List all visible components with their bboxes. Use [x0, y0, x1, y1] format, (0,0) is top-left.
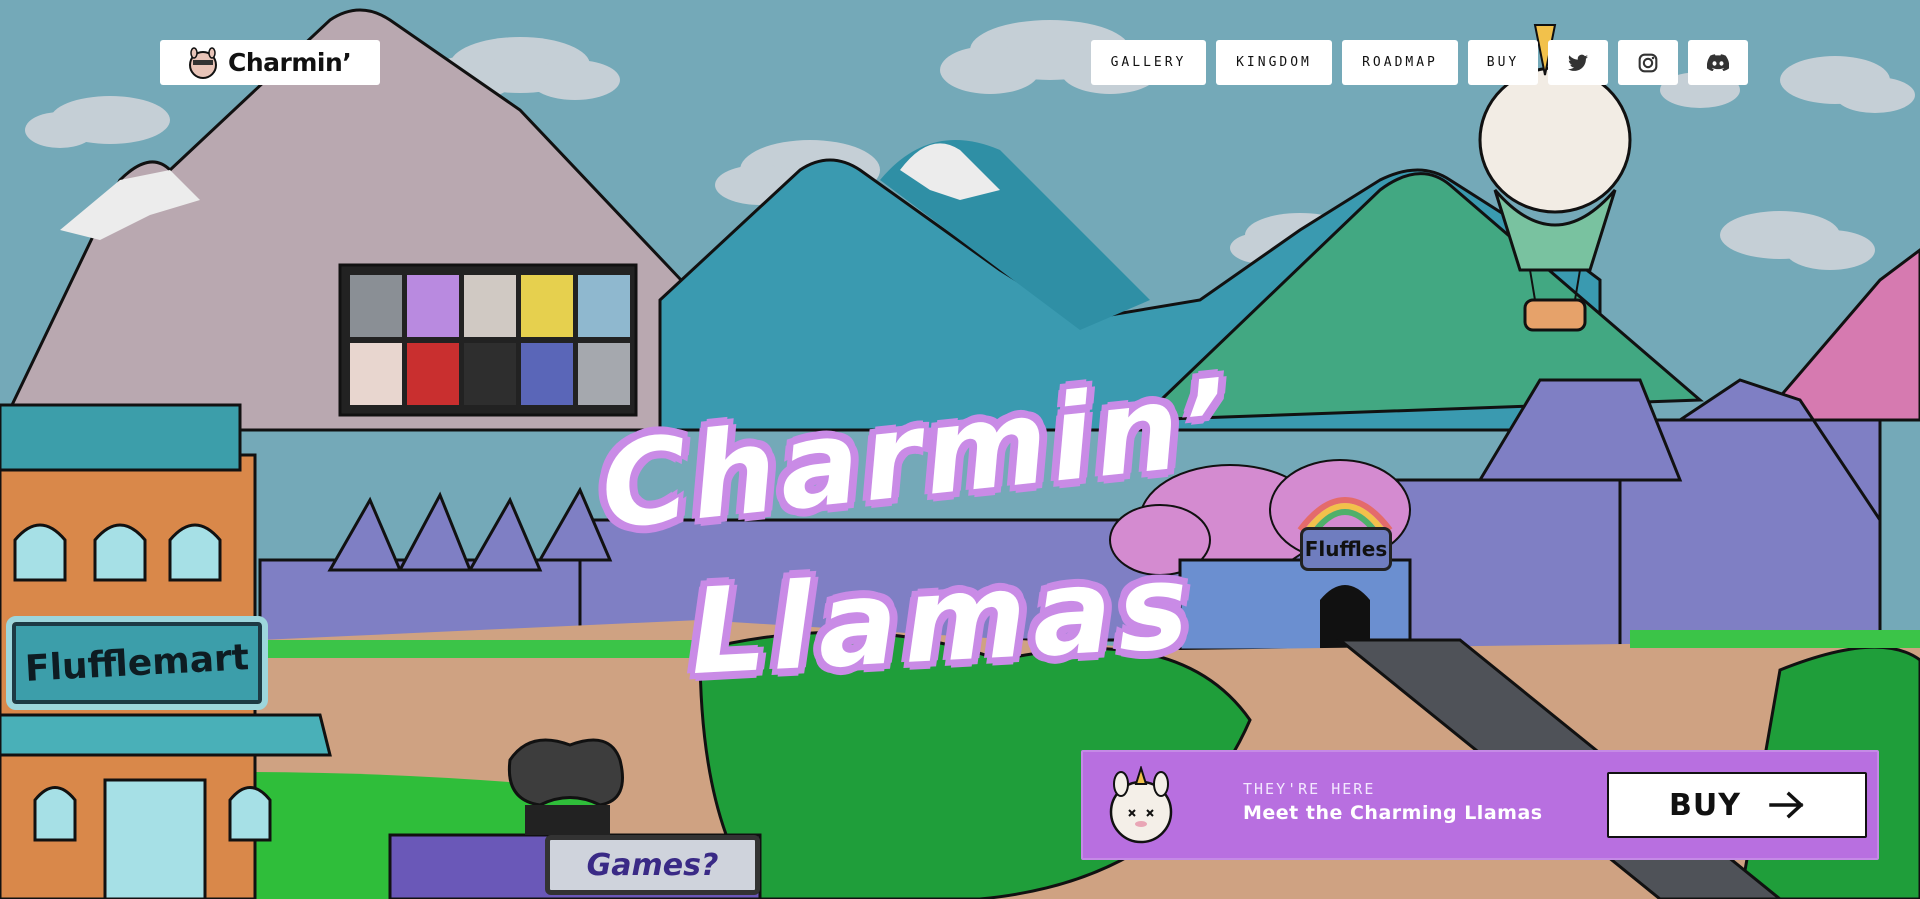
cta-buy-label: BUY — [1669, 787, 1741, 823]
nav-gallery[interactable]: GALLERY — [1091, 40, 1206, 85]
llama-avatar-icon — [189, 46, 217, 79]
games-sign-label: Games? — [586, 847, 719, 883]
brand-logo[interactable]: Charmin’ — [160, 40, 380, 85]
instagram-link[interactable] — [1618, 40, 1678, 85]
cta-banner: THEY'RE HERE Meet the Charming Llamas BU… — [1081, 750, 1879, 860]
nav-kingdom[interactable]: KINGDOM — [1216, 40, 1332, 85]
hero-title: Charmin’ Llamas — [580, 351, 1300, 703]
brand-name: Charmin’ — [228, 48, 352, 77]
twitter-icon — [1568, 54, 1588, 71]
instagram-icon — [1638, 53, 1658, 72]
cta-buy-button[interactable]: BUY — [1607, 772, 1867, 838]
flufflemart-sign-label: Flufflemart — [24, 636, 250, 690]
nav-roadmap[interactable]: ROADMAP — [1342, 40, 1458, 85]
unicorn-llama-avatar-icon — [1109, 766, 1173, 844]
hero-title-line-2: Llamas — [685, 535, 1199, 702]
top-nav: GALLERY KINGDOM ROADMAP BUY — [1091, 40, 1748, 85]
discord-icon — [1707, 54, 1729, 71]
cta-title: Meet the Charming Llamas — [1243, 802, 1543, 824]
flufflemart-sign: Flufflemart — [6, 616, 268, 710]
twitter-link[interactable] — [1548, 40, 1608, 85]
nav-buy[interactable]: BUY — [1468, 40, 1538, 85]
arrow-right-icon — [1769, 791, 1804, 819]
discord-link[interactable] — [1688, 40, 1748, 85]
cta-text: THEY'RE HERE Meet the Charming Llamas — [1243, 780, 1543, 824]
fluffles-sign: Fluffles — [1300, 527, 1392, 571]
fluffles-sign-label: Fluffles — [1304, 537, 1388, 561]
cta-eyebrow: THEY'RE HERE — [1243, 780, 1376, 798]
games-sign: Games? — [545, 835, 760, 895]
